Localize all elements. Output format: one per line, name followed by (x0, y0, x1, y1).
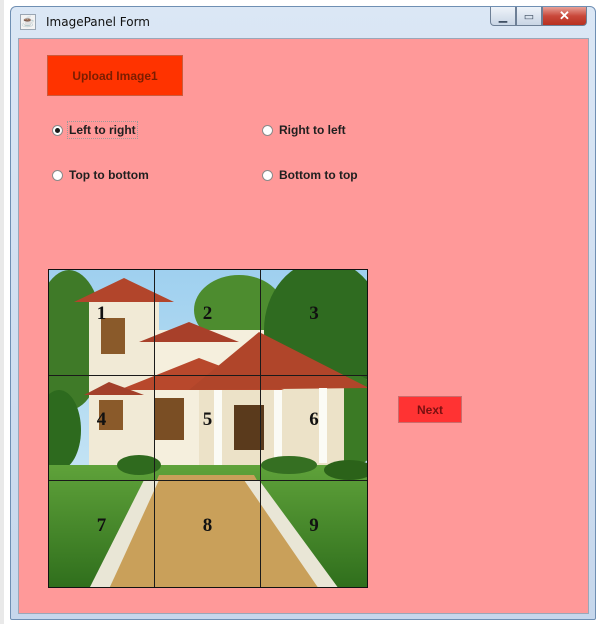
tile-8[interactable]: 8 (155, 481, 261, 587)
next-button[interactable]: Next (398, 396, 462, 423)
radio-indicator[interactable] (52, 124, 63, 136)
app-window: ☕ ImagePanel Form ▁ ▭ ✕ Upload Image1 Le… (10, 6, 596, 620)
tile-1[interactable]: 1 (49, 270, 155, 376)
radio-label: Left to right (67, 121, 138, 139)
radio-right-to-left[interactable]: Right to left (262, 123, 346, 137)
image-panel[interactable]: 1 2 3 4 5 6 7 8 9 (48, 269, 368, 588)
background-edge (0, 0, 4, 624)
radio-indicator[interactable] (52, 169, 63, 181)
radio-left-to-right[interactable]: Left to right (52, 121, 138, 139)
tile-number: 9 (309, 515, 319, 537)
tile-number: 1 (96, 303, 107, 325)
radio-label: Top to bottom (69, 168, 149, 182)
window-title: ImagePanel Form (46, 15, 150, 29)
maximize-icon[interactable]: ▭ (516, 7, 542, 26)
tile-number: 6 (309, 408, 319, 430)
tile-number: 8 (202, 515, 213, 537)
minimize-icon[interactable]: ▁ (490, 7, 516, 26)
form-panel: Upload Image1 Left to right Right to lef… (18, 38, 589, 614)
tile-5[interactable]: 5 (155, 375, 261, 482)
java-cup-icon: ☕ (20, 14, 36, 30)
radio-indicator[interactable] (262, 169, 273, 181)
tile-7[interactable]: 7 (49, 481, 155, 587)
radio-top-to-bottom[interactable]: Top to bottom (52, 168, 149, 182)
close-icon[interactable]: ✕ (542, 7, 587, 26)
tile-grid: 1 2 3 4 5 6 7 8 9 (49, 270, 367, 587)
tile-number: 7 (96, 515, 107, 537)
window-controls: ▁ ▭ ✕ (490, 7, 587, 27)
radio-indicator[interactable] (262, 124, 273, 136)
tile-4[interactable]: 4 (49, 375, 155, 482)
tile-number: 5 (202, 408, 213, 430)
radio-label: Bottom to top (279, 168, 358, 182)
tile-2[interactable]: 2 (155, 270, 261, 376)
tile-9[interactable]: 9 (261, 481, 367, 587)
tile-number: 3 (309, 303, 319, 325)
radio-bottom-to-top[interactable]: Bottom to top (262, 168, 358, 182)
tile-6[interactable]: 6 (261, 376, 367, 482)
radio-label: Right to left (279, 123, 346, 137)
tile-3[interactable]: 3 (261, 270, 367, 376)
upload-image-button[interactable]: Upload Image1 (47, 55, 183, 96)
tile-number: 2 (202, 303, 213, 325)
title-bar[interactable]: ☕ ImagePanel Form ▁ ▭ ✕ (11, 7, 595, 37)
tile-number: 4 (96, 408, 107, 430)
